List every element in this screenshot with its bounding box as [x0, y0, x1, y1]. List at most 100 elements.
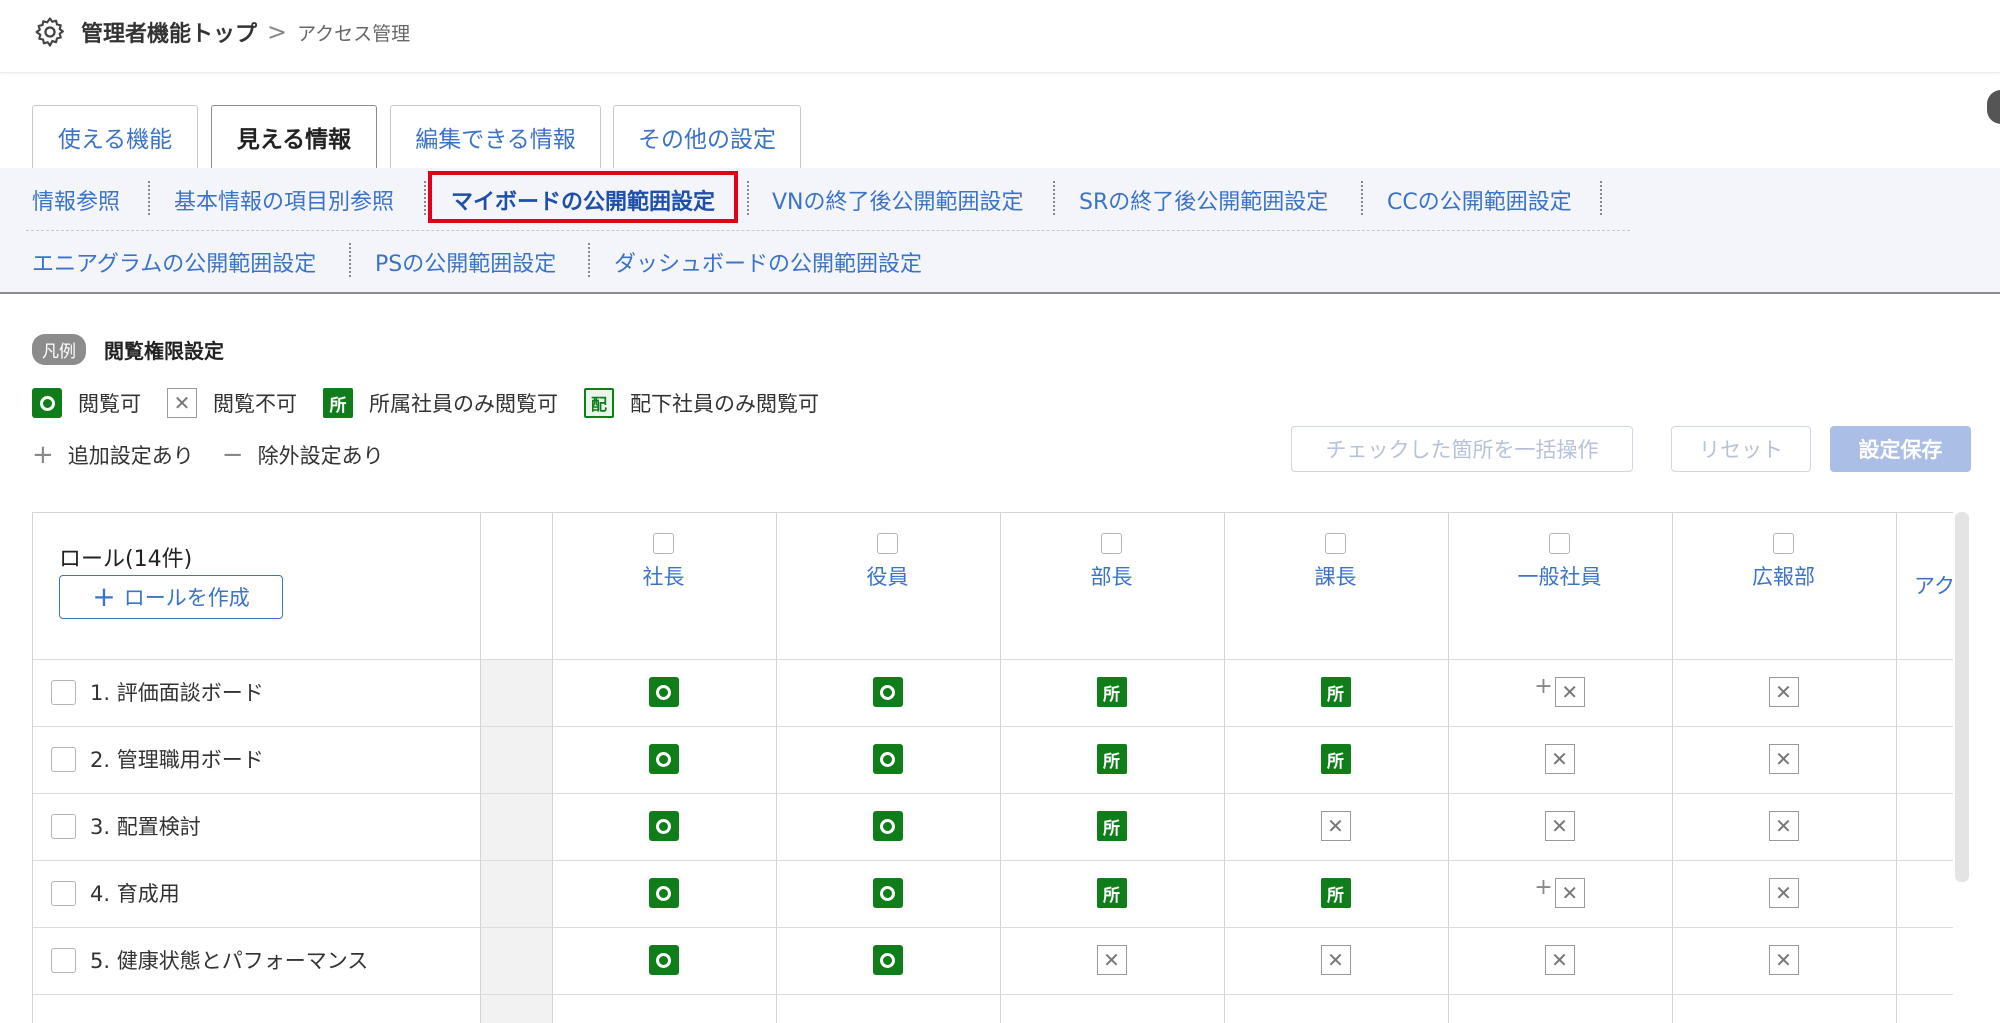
subnav-vn-visibility[interactable]: VNの終了後公開範囲設定 — [772, 184, 1024, 216]
permission-cell[interactable] — [552, 927, 775, 993]
permission-cell[interactable] — [552, 860, 775, 926]
bulk-operation-button[interactable]: チェックした箇所を一括操作 — [1291, 426, 1633, 472]
permission-cell[interactable]: 所 — [1224, 659, 1447, 725]
permission-cell[interactable]: ✕ — [1672, 726, 1895, 792]
permission-cell[interactable] — [776, 659, 999, 725]
column-checkbox[interactable] — [1325, 533, 1346, 554]
permission-cell[interactable]: 所 — [1000, 860, 1223, 926]
permission-cell[interactable]: ✕ — [1672, 659, 1895, 725]
sho-badge-icon: 所 — [323, 388, 353, 418]
subnav-basic-info-fields[interactable]: 基本情報の項目別参照 — [174, 184, 394, 216]
x-box-icon: ✕ — [1768, 811, 1799, 841]
permission-cell[interactable] — [776, 726, 999, 792]
row-checkbox[interactable] — [51, 880, 76, 906]
row-label[interactable]: 2. 管理職用ボード — [90, 744, 264, 774]
permission-cell[interactable] — [552, 659, 775, 725]
column-header: 社長 — [552, 533, 775, 591]
column-checkbox[interactable] — [653, 533, 674, 554]
legend-title: 閲覧権限設定 — [104, 339, 224, 363]
permission-cell[interactable]: ✕ — [1224, 793, 1447, 859]
breadcrumb-home[interactable]: 管理者機能トップ — [81, 16, 257, 48]
permission-cell[interactable]: ✕ — [1672, 793, 1895, 859]
subnav-enneagram-visibility[interactable]: エニアグラムの公開範囲設定 — [32, 246, 316, 278]
permission-cell[interactable]: ✕ — [1672, 927, 1895, 993]
tab-editable-info[interactable]: 編集できる情報 — [390, 105, 601, 168]
column-checkbox[interactable] — [1773, 533, 1794, 554]
page-header: 管理者機能トップ > アクセス管理 — [0, 0, 2000, 73]
permission-cell[interactable]: 所 — [1000, 793, 1223, 859]
permission-cell[interactable]: 所 — [1000, 726, 1223, 792]
plus-icon: + — [1534, 874, 1553, 900]
vertical-scrollbar[interactable] — [1955, 512, 1969, 882]
row-checkbox[interactable] — [51, 813, 76, 839]
column-name[interactable]: 役員 — [776, 561, 999, 591]
permission-cell[interactable] — [776, 793, 999, 859]
create-role-button[interactable]: + ロールを作成 — [59, 575, 283, 619]
permission-cell[interactable]: ✕ — [1224, 927, 1447, 993]
gear-icon[interactable] — [33, 15, 67, 49]
permission-cell[interactable]: 所 — [1000, 659, 1223, 725]
permission-cell[interactable]: ✕ — [1672, 860, 1895, 926]
row-checkbox[interactable] — [51, 947, 76, 973]
column-name[interactable]: 社長 — [552, 561, 775, 591]
permission-cell[interactable]: ✕ — [1448, 927, 1671, 993]
circle-ok-icon — [872, 677, 903, 707]
sho-badge-icon: 所 — [1096, 811, 1127, 841]
x-box-icon: ✕ — [1544, 811, 1575, 841]
permission-cell[interactable]: + ✕ — [1448, 659, 1671, 725]
row-label[interactable]: 5. 健康状態とパフォーマンス — [90, 945, 368, 975]
column-name[interactable]: 一般社員 — [1448, 561, 1671, 591]
column-checkbox[interactable] — [1101, 533, 1122, 554]
subnav-separator — [1600, 181, 1602, 215]
permission-cell[interactable]: ✕ — [1448, 793, 1671, 859]
permission-cell[interactable]: ✕ — [1448, 726, 1671, 792]
x-box-icon: ✕ — [1768, 744, 1799, 774]
subnav-dashboard-visibility[interactable]: ダッシュボードの公開範囲設定 — [614, 246, 922, 278]
permission-cell[interactable] — [552, 726, 775, 792]
row-label[interactable]: 4. 育成用 — [90, 878, 180, 908]
column-header: 課長 — [1224, 533, 1447, 591]
permission-cell[interactable]: 所 — [1224, 726, 1447, 792]
subnav-sr-visibility[interactable]: SRの終了後公開範囲設定 — [1079, 184, 1328, 216]
sho-badge-icon: 所 — [1320, 677, 1351, 707]
subnav-info-reference[interactable]: 情報参照 — [32, 184, 120, 216]
column-checkbox[interactable] — [877, 533, 898, 554]
subnav-divider — [26, 230, 1630, 231]
sho-badge-icon: 所 — [1320, 878, 1351, 908]
permission-cell[interactable] — [776, 927, 999, 993]
permission-cell[interactable]: ✕ — [1000, 927, 1223, 993]
row-checkbox[interactable] — [51, 746, 76, 772]
subnav-ps-visibility[interactable]: PSの公開範囲設定 — [375, 246, 556, 278]
sho-badge-icon: 所 — [1096, 744, 1127, 774]
tab-other-settings[interactable]: その他の設定 — [613, 105, 801, 168]
row-label[interactable]: 3. 配置検討 — [90, 811, 201, 841]
permission-cell[interactable]: 所 — [1224, 860, 1447, 926]
sho-badge-icon: 所 — [1320, 744, 1351, 774]
sub-navigation: 情報参照 基本情報の項目別参照 マイボードの公開範囲設定 VNの終了後公開範囲設… — [0, 168, 2000, 294]
subnav-cc-visibility[interactable]: CCの公開範囲設定 — [1387, 184, 1572, 216]
x-box-icon: ✕ — [1096, 945, 1127, 975]
column-header: アク — [1896, 567, 1953, 600]
permission-cell[interactable] — [776, 860, 999, 926]
column-name[interactable]: アク — [1914, 570, 1953, 600]
tab-usable-functions[interactable]: 使える機能 — [32, 105, 198, 168]
tab-visible-info[interactable]: 見える情報 — [211, 105, 377, 170]
column-name[interactable]: 広報部 — [1672, 561, 1895, 591]
permission-cell[interactable] — [552, 793, 775, 859]
column-name[interactable]: 課長 — [1224, 561, 1447, 591]
legend-pill: 凡例 — [32, 334, 86, 365]
subnav-myboard-visibility[interactable]: マイボードの公開範囲設定 — [451, 184, 715, 216]
row-label[interactable]: 1. 評価面談ボード — [90, 677, 264, 707]
column-name[interactable]: 部長 — [1000, 561, 1223, 591]
permission-cell[interactable]: + ✕ — [1448, 860, 1671, 926]
save-settings-button[interactable]: 設定保存 — [1830, 426, 1971, 472]
circle-ok-icon — [872, 811, 903, 841]
x-box-icon: ✕ — [1768, 878, 1799, 908]
x-box-icon: ✕ — [1768, 945, 1799, 975]
legend-add-label: 追加設定あり — [67, 444, 194, 468]
row-checkbox[interactable] — [51, 679, 76, 705]
column-checkbox[interactable] — [1549, 533, 1570, 554]
circle-ok-icon — [32, 388, 62, 418]
create-role-label: ロールを作成 — [123, 586, 250, 610]
reset-button[interactable]: リセット — [1671, 426, 1811, 472]
